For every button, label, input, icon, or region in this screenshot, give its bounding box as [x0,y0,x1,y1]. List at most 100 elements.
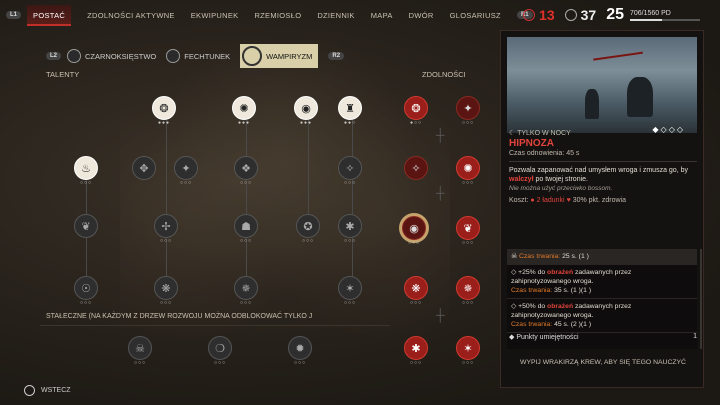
heart-icon: ♥ [566,197,571,204]
desc-part: Pozwala zapanować nad umysłem wroga i zm… [509,167,688,174]
scrollbar[interactable] [700,249,702,349]
talent-rank-dots: ●●● [157,120,171,126]
back-button[interactable]: WSTECZ [24,385,71,396]
tree-vampirism[interactable]: WAMPIRYZM [240,44,319,68]
skill-title: HIPNOZA [509,138,554,149]
tab-postac[interactable]: POSTAĆ [27,4,72,26]
upgrade-tier-1[interactable]: ◇ +25% do obrażeń zadawanych przez zahip… [507,265,697,299]
tab-court[interactable]: DWÓR [409,11,434,20]
skull-icon: ☠ [511,253,518,260]
upgrade-base[interactable]: ☠ Czas trwania: 25 s. (1 ) [507,249,697,265]
points-label: ◆ Punkty umiejętności [509,334,579,341]
talent-node[interactable]: ❋ [154,276,178,300]
skill-subtitle-text: TYLKO W NOCY [517,130,571,137]
tree-fencing[interactable]: FECHTUNEK [166,49,230,63]
player-stats: 13 37 25 706/1560 PD [513,6,700,24]
tree-fencing-label: FECHTUNEK [184,51,231,61]
skill-node[interactable]: ✺ [456,156,480,180]
talent-rank-dots: ○○○ [213,360,227,366]
cost-label: Koszt: [509,197,529,204]
tab-equipment[interactable]: EKWIPUNEK [191,11,239,20]
talent-node[interactable]: ♜ [338,96,362,120]
permanent-talent-node[interactable]: ✹ [288,336,312,360]
duration-label: Czas trwania: [511,321,553,328]
branch-cross-icon: ┼ [436,186,445,200]
skill-node[interactable]: ✦ [456,96,480,120]
skills-heading: ZDOLNOŚCI [422,70,466,79]
vampirism-icon [242,46,263,66]
talent-node[interactable]: ✺ [232,96,256,120]
talent-node[interactable]: ☉ [74,276,98,300]
skill-rank-dots: ○○○ [461,300,475,306]
talent-node[interactable]: ✶ [338,276,362,300]
skill-rank-dots: ○○○ [461,240,475,246]
branch-cross-icon: ┼ [436,128,445,142]
xp-bar [630,18,700,21]
talent-node[interactable]: ✱ [338,214,362,238]
talent-node[interactable]: ☗ [234,214,258,238]
talent-node[interactable]: ♨ [74,156,98,180]
tab-glossary[interactable]: GLOSARIUSZ [450,11,501,20]
talent-node[interactable]: ✵ [234,276,258,300]
skill-rank-dots: ○○○ [461,180,475,186]
skill-node[interactable]: ✱ [404,336,428,360]
talent-node[interactable]: ✧ [338,156,362,180]
talent-rank-dots: ●●● [299,120,313,126]
skill-cost: Koszt: ● 2 ładunki ♥ 30% pkt. zdrowia [509,197,697,204]
talent-rank-dots: ○○○ [239,238,253,244]
skill-node[interactable]: ✶ [456,336,480,360]
player-figure [585,89,599,119]
learn-hint: WYPIJ WRAKIRZĄ KREW, ABY SIĘ TEGO NAUCZY… [520,359,686,366]
talent-node[interactable]: ❖ [234,156,258,180]
talent-rank-dots: ○○○ [301,238,315,244]
talent-node[interactable]: ◉ [294,96,318,120]
talent-line [352,118,353,288]
skill-node[interactable]: ❂ [404,96,428,120]
upgrade-text: +25% do [518,269,548,276]
tab-map[interactable]: MAPA [371,11,393,20]
skill-node-hipnoza-selected[interactable]: ◉ [402,216,426,240]
skill-rank-dots: ○○○ [461,120,475,126]
tab-crafting[interactable]: RZEMIOSŁO [254,11,301,20]
talent-rank-dots: ○○○ [239,300,253,306]
back-label: WSTECZ [41,387,71,394]
skill-node[interactable]: ✵ [456,276,480,300]
skill-subtitle: ☾ TYLKO W NOCY [509,130,571,137]
tree-sorcery[interactable]: CZARNOKSIĘSTWO [67,49,156,63]
permanent-talent-node[interactable]: ❍ [208,336,232,360]
skill-cooldown: Czas odnowienia: 45 s [509,150,580,157]
talent-node[interactable]: ❦ [74,214,98,238]
talent-rank-dots: ○○○ [159,300,173,306]
skill-node[interactable]: ❦ [456,216,480,240]
xp-block: 706/1560 PD [630,10,700,21]
skill-rank-dots: ○○○ [407,240,421,246]
cost-blood: 2 ładunki [536,197,565,204]
tab-active-skills[interactable]: ZDOLNOŚCI AKTYWNE [87,11,175,20]
tab-journal[interactable]: DZIENNIK [317,11,354,20]
talent-rank-dots: ○○○ [293,360,307,366]
talent-node[interactable]: ✦ [174,156,198,180]
blood-drop-icon: ● [530,197,535,204]
blood-charge-count: 13 [539,7,555,23]
talent-line [166,118,167,288]
circle-button-icon [24,385,35,396]
upgrade-tier-2[interactable]: ◇ +50% do obrażeń zadawanych przez zahip… [507,299,697,333]
l1-key-hint: L1 [6,11,22,19]
talent-node[interactable]: ✪ [296,214,320,238]
skill-node[interactable]: ❋ [404,276,428,300]
upgrade-text: +50% do [518,303,548,310]
skill-rank-dots: ○○○ [409,360,423,366]
divider [40,325,390,326]
skill-description: Pozwala zapanować nad umysłem wroga i zm… [509,166,697,184]
skill-node[interactable]: ✧ [404,156,428,180]
skill-rank-dots: ○○○ [461,360,475,366]
talent-node[interactable]: ✥ [132,156,156,180]
talent-node[interactable]: ❂ [152,96,176,120]
talent-node[interactable]: ✢ [154,214,178,238]
talent-rank-dots: ○○○ [239,180,253,186]
skill-tree-selector: L2 CZARNOKSIĘSTWO FECHTUNEK WAMPIRYZM R2 [46,44,350,68]
desc-highlight: walczył [509,176,534,183]
permanent-talent-node[interactable]: ☠ [128,336,152,360]
divider [509,161,697,162]
skill-points-row: ◆ Punkty umiejętności 1 [509,333,697,341]
